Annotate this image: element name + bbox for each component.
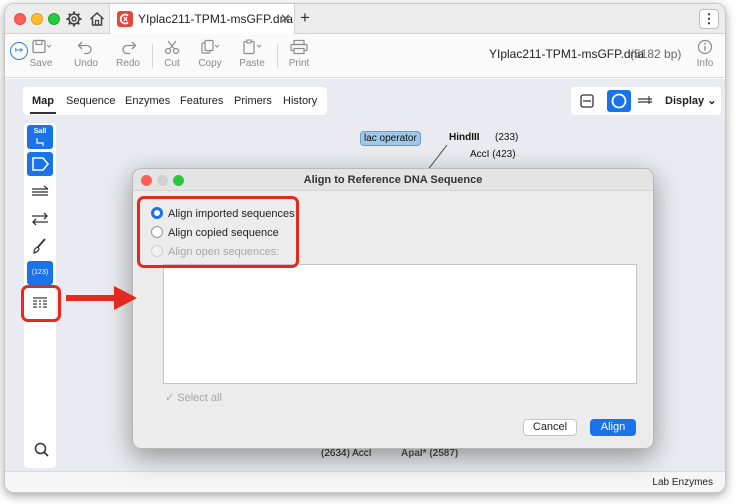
copy-label: Copy (198, 58, 222, 69)
tab-enzymes[interactable]: Enzymes (125, 95, 170, 107)
checkmark-icon: ✓ (165, 392, 175, 404)
swap-strand-tool[interactable] (27, 207, 53, 231)
toolbar-separator (277, 44, 278, 68)
redo-label: Redo (116, 58, 140, 69)
sequence-length: (5182 bp) (630, 47, 682, 61)
cut-button[interactable]: Cut (152, 39, 192, 69)
paste-button[interactable]: Paste (232, 39, 272, 69)
tab-primers[interactable]: Primers (234, 95, 272, 107)
save-button[interactable]: Save (21, 39, 61, 69)
sall-label: SalI (33, 128, 47, 135)
snapgene-app-icon (117, 11, 133, 27)
status-bar: Lab Enzymes (5, 471, 725, 492)
select-all-checkbox: ✓ Select all (165, 391, 222, 404)
acci-site-label[interactable]: AccI (423) (470, 149, 516, 160)
hindiii-site-label[interactable]: HindIII (449, 132, 480, 143)
copy-button[interactable]: Copy (190, 39, 230, 69)
redo-button[interactable]: Redo (108, 39, 148, 69)
dialog-title: Align to Reference DNA Sequence (133, 169, 653, 191)
align-button[interactable]: Align (590, 419, 636, 436)
minimize-window-button[interactable] (31, 13, 43, 25)
annotation-highlight-tool (21, 285, 61, 322)
tab-history[interactable]: History (283, 95, 317, 107)
apai-site-label[interactable]: ApaI* (2587) (401, 448, 458, 459)
select-all-label: Select all (177, 392, 222, 404)
acci-site-bottom-label[interactable]: (2634) AccI (321, 448, 372, 459)
display-menu-button[interactable]: Display ⌄ (665, 94, 716, 107)
tab-sequence[interactable]: Sequence (66, 95, 116, 107)
gear-icon[interactable] (65, 10, 83, 28)
hindiii-position: (233) (495, 132, 519, 143)
print-label: Print (288, 58, 310, 69)
document-file-name: YIplac211-TPM1-msGFP.dna (489, 47, 644, 61)
tab-close-icon[interactable]: ✕ (280, 11, 291, 27)
info-button[interactable]: Info (685, 39, 725, 69)
paste-label: Paste (239, 58, 265, 69)
brush-icon[interactable] (27, 234, 53, 258)
save-label: Save (29, 58, 53, 69)
sequence-view-icon[interactable] (633, 90, 657, 112)
search-button[interactable] (28, 436, 56, 464)
display-label: Display (665, 95, 705, 107)
cut-label: Cut (164, 58, 180, 69)
numbering-tool[interactable]: (123) (27, 261, 53, 285)
map-display-controls: Display ⌄ (571, 87, 721, 115)
annotation-highlight-options (137, 196, 299, 268)
print-button[interactable]: Print (279, 39, 319, 69)
dialog-minimize-button (157, 175, 168, 186)
document-tab[interactable]: YIplac211-TPM1-msGFP.dna ✕ (109, 4, 295, 34)
dialog-close-button[interactable] (141, 175, 152, 186)
lac-operator-feature[interactable]: lac operator (360, 131, 421, 146)
toolbar: ↦ Save Undo Redo Cut Copy Paste Print YI… (5, 34, 725, 78)
close-window-button[interactable] (14, 13, 26, 25)
circular-map-icon[interactable] (607, 90, 631, 112)
enzyme-set-selector[interactable]: Lab Enzymes (652, 477, 713, 488)
linear-map-icon[interactable] (575, 90, 599, 112)
zoom-window-button[interactable] (48, 13, 60, 25)
tab-map[interactable]: Map (30, 95, 56, 114)
annotation-arrow-icon (66, 286, 137, 310)
tab-title: YIplac211-TPM1-msGFP.dna (138, 12, 293, 26)
info-label: Info (696, 58, 714, 69)
tab-strip: YIplac211-TPM1-msGFP.dna ✕ + ⋮ (5, 4, 725, 34)
orf-tool[interactable] (27, 180, 53, 204)
enzyme-site-tool[interactable]: SalI (27, 125, 53, 149)
home-icon[interactable] (88, 10, 106, 28)
view-tab-bar: Map Sequence Enzymes Features Primers Hi… (23, 87, 327, 115)
tab-features[interactable]: Features (180, 95, 223, 107)
cancel-button[interactable]: Cancel (523, 419, 577, 436)
more-options-icon[interactable]: ⋮ (699, 9, 719, 29)
feature-tool[interactable] (27, 152, 53, 176)
new-tab-button[interactable]: + (300, 8, 310, 28)
dialog-zoom-button[interactable] (173, 175, 184, 186)
undo-label: Undo (74, 58, 98, 69)
undo-button[interactable]: Undo (66, 39, 106, 69)
open-sequences-list[interactable] (163, 264, 637, 384)
